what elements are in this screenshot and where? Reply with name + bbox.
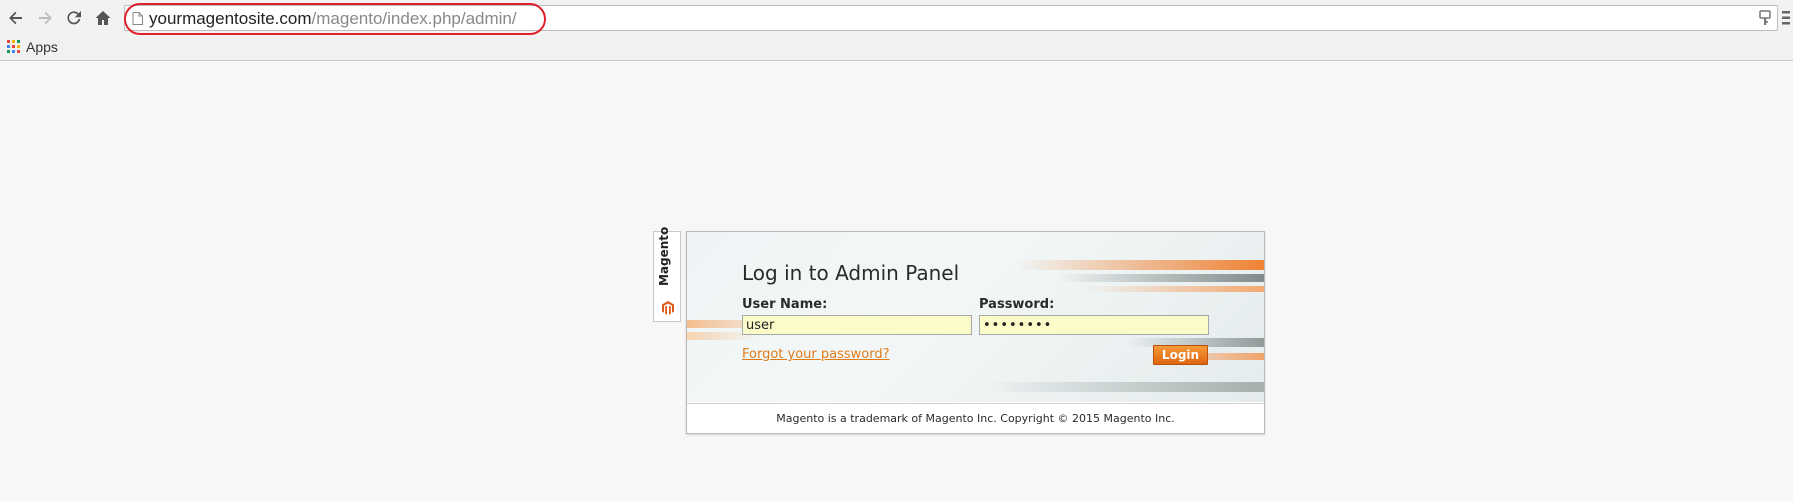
decor-streak	[1087, 286, 1264, 292]
username-input[interactable]	[742, 315, 972, 335]
login-panel: Log in to Admin Panel User Name: Passwor…	[686, 231, 1265, 434]
url-highlight-annotation	[124, 3, 546, 35]
decor-streak	[1017, 260, 1264, 270]
forward-button[interactable]	[33, 6, 57, 30]
bookmark-apps[interactable]: Apps	[7, 39, 58, 55]
login-footer-copyright: Magento is a trademark of Magento Inc. C…	[687, 403, 1264, 433]
browser-toolbar: yourmagentosite.com/magento/index.php/ad…	[0, 0, 1793, 37]
decor-streak	[987, 382, 1264, 392]
home-icon	[95, 11, 111, 25]
login-form-area: Log in to Admin Panel User Name: Passwor…	[687, 232, 1264, 402]
magento-logo-icon	[662, 301, 674, 315]
password-label: Password:	[979, 297, 1055, 312]
login-title: Log in to Admin Panel	[742, 261, 960, 285]
back-button[interactable]	[4, 6, 28, 30]
apps-grid-icon	[7, 40, 21, 54]
back-arrow-icon	[9, 11, 22, 25]
key-icon[interactable]	[1759, 10, 1771, 26]
browser-chrome: yourmagentosite.com/magento/index.php/ad…	[0, 0, 1793, 61]
username-label: User Name:	[742, 297, 828, 312]
forgot-password-link[interactable]: Forgot your password?	[742, 347, 890, 362]
magento-side-tab: Magento	[653, 227, 681, 322]
reload-icon	[67, 11, 81, 25]
bookmarks-bar: Apps	[0, 37, 1793, 61]
forward-arrow-icon	[39, 11, 52, 25]
decor-streak	[1057, 274, 1264, 282]
reload-button[interactable]	[62, 6, 86, 30]
bookmark-label: Apps	[26, 39, 58, 55]
login-button[interactable]: Login	[1153, 345, 1208, 365]
home-button[interactable]	[91, 6, 115, 30]
side-tab-label: Magento	[657, 226, 671, 286]
menu-icon[interactable]	[1781, 10, 1791, 26]
password-input[interactable]	[979, 315, 1209, 335]
